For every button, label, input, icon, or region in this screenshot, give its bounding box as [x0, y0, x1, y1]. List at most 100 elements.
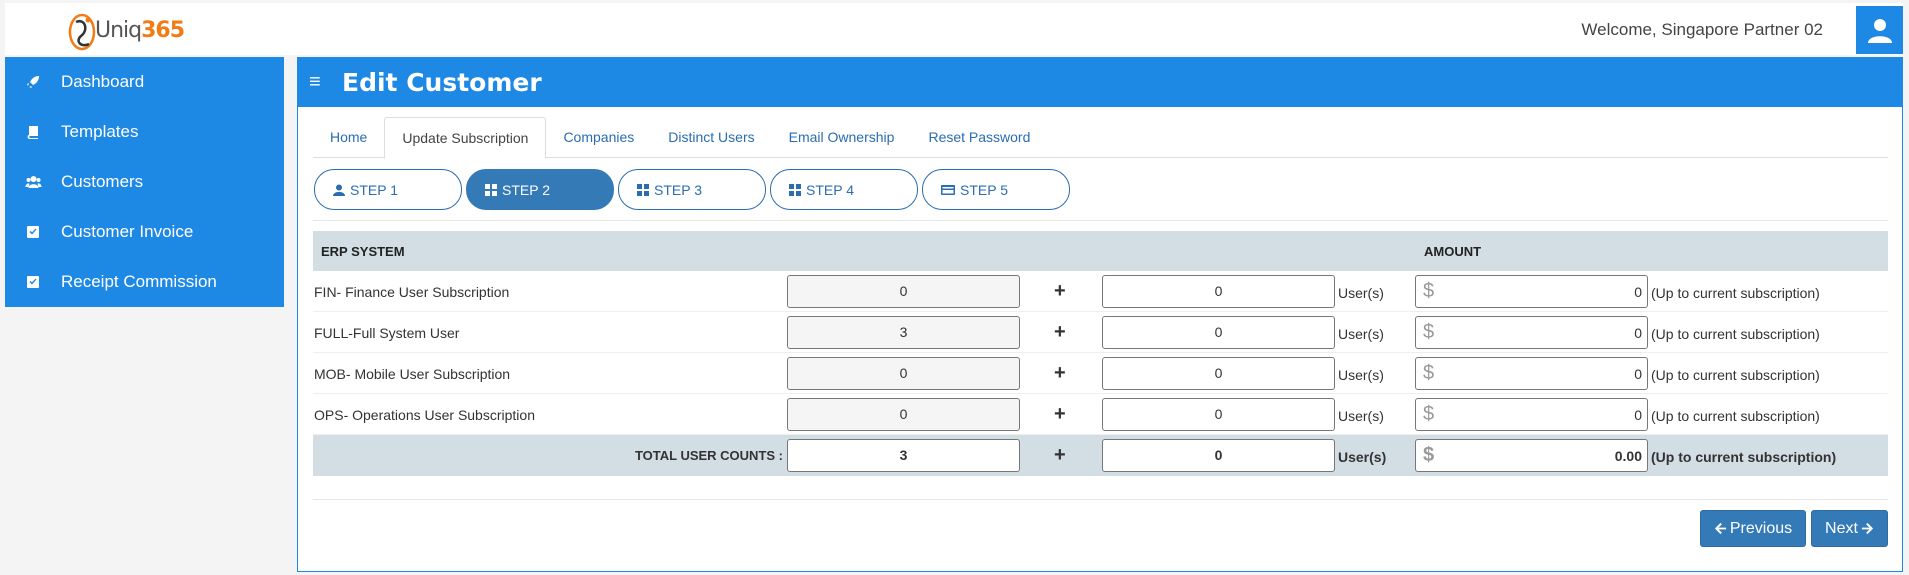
step-1-button[interactable]: STEP 1 — [314, 169, 462, 210]
total-label: TOTAL USER COUNTS : — [634, 448, 783, 463]
rocket-icon — [5, 75, 61, 89]
total-amount-field: $ 0.00 — [1415, 439, 1648, 472]
grid-icon — [789, 183, 801, 196]
current-users-field: 0 — [787, 275, 1020, 308]
user-icon — [333, 184, 345, 196]
plus-icon: + — [1054, 280, 1066, 302]
previous-button[interactable]: Previous — [1700, 510, 1806, 547]
amount-field: $ 0 — [1415, 357, 1648, 390]
step-3-button[interactable]: STEP 3 — [618, 169, 766, 210]
table-row: FIN- Finance User Subscription 0 + 0 Use… — [313, 271, 1888, 312]
sidebar-item-receipt-commission[interactable]: Receipt Commission — [5, 257, 284, 307]
row-label: FULL-Full System User — [314, 325, 460, 341]
table-row: MOB- Mobile User Subscription 0 + 0 User… — [313, 353, 1888, 394]
arrow-left-icon — [1714, 522, 1726, 535]
logo[interactable]: Uniq365 — [67, 7, 185, 53]
total-additional-users-field: 0 — [1102, 439, 1335, 472]
panel-header: ≡ Edit Customer — [298, 58, 1902, 107]
next-button[interactable]: Next — [1811, 510, 1888, 547]
logo-text: Uniq365 — [95, 17, 185, 43]
table-header: ERP SYSTEM AMOUNT — [313, 231, 1888, 271]
step-5-button[interactable]: STEP 5 — [922, 169, 1070, 210]
sidebar-item-dashboard[interactable]: Dashboard — [5, 57, 284, 107]
column-header-erp-system: ERP SYSTEM — [321, 244, 405, 259]
subscription-note: (Up to current subscription) — [1651, 408, 1820, 424]
row-label: FIN- Finance User Subscription — [314, 284, 510, 300]
column-header-amount: AMOUNT — [1424, 244, 1482, 259]
dollar-icon: $ — [1423, 403, 1435, 425]
amount-field: $ 0 — [1415, 316, 1648, 349]
subscription-note: (Up to current subscription) — [1651, 285, 1820, 301]
plus-icon: + — [1054, 321, 1066, 343]
table-row: OPS- Operations User Subscription 0 + 0 … — [313, 394, 1888, 435]
amount-value: 0 — [1634, 325, 1642, 341]
additional-users-input[interactable]: 0 — [1102, 357, 1335, 390]
amount-field: $ 0 — [1415, 275, 1648, 308]
total-current-users-field: 3 — [787, 439, 1020, 472]
arrow-right-icon — [1861, 522, 1874, 535]
table-row: FULL-Full System User 3 + 0 User(s) $ 0 … — [313, 312, 1888, 353]
sidebar-item-templates[interactable]: Templates — [5, 107, 284, 157]
subscription-note: (Up to current subscription) — [1651, 326, 1820, 342]
subscription-table: ERP SYSTEM AMOUNT FIN- Finance User Subs… — [313, 231, 1888, 476]
users-unit-label: User(s) — [1338, 285, 1384, 301]
check-square-icon — [5, 225, 61, 239]
total-row: TOTAL USER COUNTS : 3 + 0 User(s) $ 0.00… — [313, 435, 1888, 476]
dollar-icon: $ — [1423, 321, 1435, 343]
amount-value: 0 — [1634, 366, 1642, 382]
subscription-note: (Up to current subscription) — [1651, 449, 1837, 465]
divider — [313, 220, 1888, 221]
tab-bar: Home Update Subscription Companies Disti… — [313, 117, 1888, 159]
amount-value: 0 — [1634, 284, 1642, 300]
tab-reset-password[interactable]: Reset Password — [911, 117, 1047, 158]
sidebar-item-customer-invoice[interactable]: Customer Invoice — [5, 207, 284, 257]
current-users-field: 0 — [787, 398, 1020, 431]
plus-icon: + — [1054, 362, 1066, 384]
grid-icon — [485, 183, 497, 196]
step-2-button[interactable]: STEP 2 — [466, 169, 614, 210]
divider — [313, 499, 1888, 500]
row-label: OPS- Operations User Subscription — [314, 407, 535, 423]
users-unit-label: User(s) — [1338, 449, 1387, 465]
users-unit-label: User(s) — [1338, 367, 1384, 383]
user-menu-button[interactable] — [1856, 6, 1903, 54]
check-square-icon — [5, 275, 61, 289]
sidebar: Dashboard Templates Customers Customer I… — [5, 57, 284, 307]
row-label: MOB- Mobile User Subscription — [314, 366, 511, 382]
step-4-button[interactable]: STEP 4 — [770, 169, 918, 210]
users-unit-label: User(s) — [1338, 326, 1384, 342]
step-wizard: STEP 1 STEP 2 STEP 3 STEP 4 STEP 5 — [314, 169, 1074, 210]
page-title: Edit Customer — [342, 68, 542, 97]
book-icon — [5, 125, 61, 139]
logo-mark-icon — [67, 8, 101, 52]
tab-companies[interactable]: Companies — [546, 117, 651, 158]
tab-update-subscription[interactable]: Update Subscription — [384, 117, 547, 159]
edit-customer-panel: ≡ Edit Customer Home Update Subscription… — [297, 57, 1903, 572]
sidebar-item-customers[interactable]: Customers — [5, 157, 284, 207]
top-bar: Uniq365 Welcome, Singapore Partner 02 — [5, 3, 1903, 55]
total-amount-value: 0.00 — [1614, 448, 1642, 464]
menu-toggle-icon[interactable]: ≡ — [309, 71, 337, 94]
plus-icon: + — [1054, 444, 1066, 466]
subscription-note: (Up to current subscription) — [1651, 367, 1820, 383]
welcome-text: Welcome, Singapore Partner 02 — [1581, 20, 1823, 39]
dollar-icon: $ — [1423, 444, 1435, 466]
tab-home[interactable]: Home — [313, 117, 384, 158]
amount-value: 0 — [1634, 407, 1642, 423]
current-users-field: 0 — [787, 357, 1020, 390]
dollar-icon: $ — [1423, 362, 1435, 384]
users-icon — [5, 175, 61, 189]
users-unit-label: User(s) — [1338, 408, 1384, 424]
additional-users-input[interactable]: 0 — [1102, 275, 1335, 308]
grid-icon — [637, 183, 649, 196]
amount-field: $ 0 — [1415, 398, 1648, 431]
tab-email-ownership[interactable]: Email Ownership — [772, 117, 912, 158]
additional-users-input[interactable]: 0 — [1102, 398, 1335, 431]
current-users-field: 3 — [787, 316, 1020, 349]
tab-distinct-users[interactable]: Distinct Users — [651, 117, 771, 158]
credit-card-icon — [941, 184, 955, 195]
plus-icon: + — [1054, 403, 1066, 425]
additional-users-input[interactable]: 0 — [1102, 316, 1335, 349]
user-icon — [1867, 19, 1892, 43]
dollar-icon: $ — [1423, 280, 1435, 302]
